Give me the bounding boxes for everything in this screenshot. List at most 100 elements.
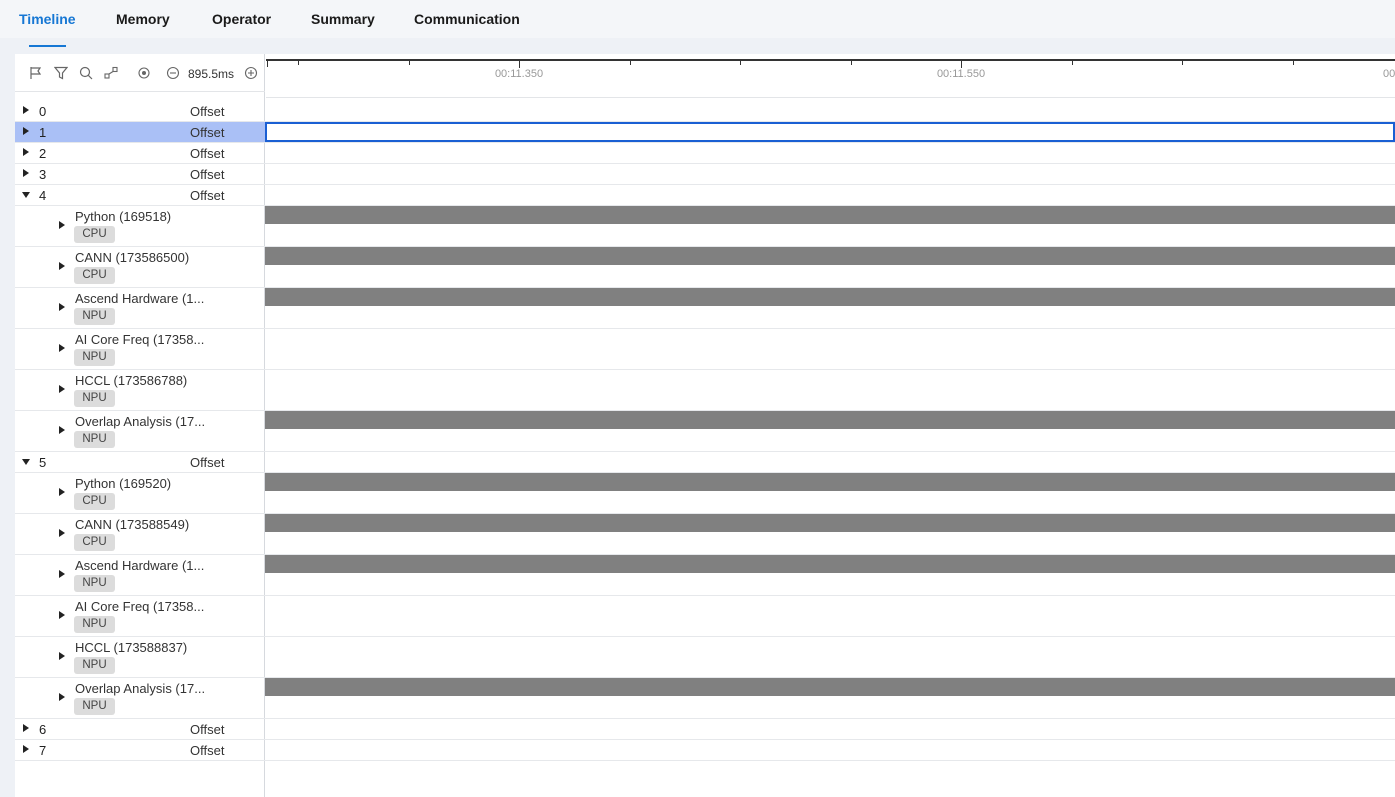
expand-caret-icon[interactable] xyxy=(59,693,65,701)
timeline-slice-bar[interactable] xyxy=(265,555,1395,573)
rank-row-1[interactable]: 1 Offset xyxy=(15,122,1395,143)
expand-caret-icon[interactable] xyxy=(23,724,29,732)
track-label-cell[interactable]: 1 Offset xyxy=(15,122,265,142)
rank-row-0[interactable]: 0 Offset xyxy=(15,101,1395,122)
reset-icon[interactable] xyxy=(137,66,151,80)
offset-label[interactable]: Offset xyxy=(190,104,224,119)
offset-label[interactable]: Offset xyxy=(190,125,224,140)
device-badge: NPU xyxy=(74,616,115,633)
rank-row-7[interactable]: 7 Offset xyxy=(15,740,1395,761)
process-row[interactable]: CANN (173586500) CPU xyxy=(15,247,1395,288)
track-label-cell[interactable]: 0 Offset xyxy=(15,101,265,121)
track-label-cell[interactable]: Overlap Analysis (17... NPU xyxy=(15,411,265,451)
track-label-cell[interactable]: AI Core Freq (17358... NPU xyxy=(15,596,265,636)
offset-label[interactable]: Offset xyxy=(190,167,224,182)
tab-timeline[interactable]: Timeline xyxy=(19,11,76,27)
track-label-cell[interactable]: HCCL (173588837) NPU xyxy=(15,637,265,677)
device-badge: NPU xyxy=(74,390,115,407)
track-label-cell[interactable]: Ascend Hardware (1... NPU xyxy=(15,288,265,328)
track-label-cell[interactable]: 4 Offset xyxy=(15,185,265,205)
rank-row-4[interactable]: 4 Offset xyxy=(15,185,1395,206)
track-label-cell[interactable]: 2 Offset xyxy=(15,143,265,163)
offset-label[interactable]: Offset xyxy=(190,455,224,470)
timeline-slice-bar[interactable] xyxy=(265,206,1395,224)
process-row[interactable]: AI Core Freq (17358... NPU xyxy=(15,329,1395,370)
track-label-cell[interactable]: 3 Offset xyxy=(15,164,265,184)
tab-operator[interactable]: Operator xyxy=(212,11,271,27)
flag-icon[interactable] xyxy=(29,66,43,80)
process-row[interactable]: Python (169520) CPU xyxy=(15,473,1395,514)
offset-label[interactable]: Offset xyxy=(190,722,224,737)
track-label-cell[interactable]: Ascend Hardware (1... NPU xyxy=(15,555,265,595)
expand-caret-icon[interactable] xyxy=(59,488,65,496)
track-label-cell[interactable]: Python (169520) CPU xyxy=(15,473,265,513)
ruler-tick xyxy=(1293,59,1294,65)
time-ruler[interactable]: 00:11.350 00:11.550 00:1 xyxy=(266,54,1395,98)
track-label-cell[interactable]: 6 Offset xyxy=(15,719,265,739)
timeline-slice-bar[interactable] xyxy=(265,678,1395,696)
timeline-slice-bar[interactable] xyxy=(265,247,1395,265)
expand-caret-icon[interactable] xyxy=(59,385,65,393)
process-row[interactable]: Overlap Analysis (17... NPU xyxy=(15,678,1395,719)
track-label-cell[interactable]: Python (169518) CPU xyxy=(15,206,265,246)
ruler-tick-label: 00:11.550 xyxy=(936,68,986,80)
expand-caret-icon[interactable] xyxy=(59,426,65,434)
track-label-cell[interactable]: 5 Offset xyxy=(15,452,265,472)
expand-caret-icon[interactable] xyxy=(23,127,29,135)
track-label-cell[interactable]: CANN (173586500) CPU xyxy=(15,247,265,287)
rank-row-5[interactable]: 5 Offset xyxy=(15,452,1395,473)
track-label-cell[interactable]: 7 Offset xyxy=(15,740,265,760)
process-row[interactable]: Overlap Analysis (17... NPU xyxy=(15,411,1395,452)
process-row[interactable]: Ascend Hardware (1... NPU xyxy=(15,555,1395,596)
process-row[interactable]: AI Core Freq (17358... NPU xyxy=(15,596,1395,637)
process-row[interactable]: HCCL (173588837) NPU xyxy=(15,637,1395,678)
expand-caret-icon[interactable] xyxy=(59,570,65,578)
process-name: Ascend Hardware (1... xyxy=(75,558,205,573)
offset-label[interactable]: Offset xyxy=(190,188,224,203)
rank-row-3[interactable]: 3 Offset xyxy=(15,164,1395,185)
expand-caret-icon[interactable] xyxy=(59,303,65,311)
process-name: Overlap Analysis (17... xyxy=(75,414,206,429)
process-name: AI Core Freq (17358... xyxy=(75,332,205,347)
ruler-tick xyxy=(519,59,520,68)
process-row[interactable]: Ascend Hardware (1... NPU xyxy=(15,288,1395,329)
tab-summary[interactable]: Summary xyxy=(311,11,375,27)
expand-caret-icon[interactable] xyxy=(59,529,65,537)
process-row[interactable]: Python (169518) CPU xyxy=(15,206,1395,247)
offset-label[interactable]: Offset xyxy=(190,146,224,161)
timeline-slice-bar[interactable] xyxy=(265,411,1395,429)
zoom-out-icon[interactable] xyxy=(166,66,180,80)
expand-caret-icon[interactable] xyxy=(23,745,29,753)
track-label-cell[interactable]: HCCL (173586788) NPU xyxy=(15,370,265,410)
expand-caret-icon[interactable] xyxy=(59,344,65,352)
track-label-cell[interactable]: CANN (173588549) CPU xyxy=(15,514,265,554)
selected-track-lane[interactable] xyxy=(265,122,1395,142)
zoom-in-icon[interactable] xyxy=(244,66,258,80)
expand-caret-icon[interactable] xyxy=(23,106,29,114)
filter-icon[interactable] xyxy=(53,66,69,80)
timeline-slice-bar[interactable] xyxy=(265,514,1395,532)
timeline-slice-bar[interactable] xyxy=(265,288,1395,306)
timeline-slice-bar[interactable] xyxy=(265,473,1395,491)
collapse-caret-icon[interactable] xyxy=(22,459,30,465)
expand-caret-icon[interactable] xyxy=(59,262,65,270)
offset-label[interactable]: Offset xyxy=(190,743,224,758)
link-icon[interactable] xyxy=(104,66,118,80)
rank-row-6[interactable]: 6 Offset xyxy=(15,719,1395,740)
device-badge: NPU xyxy=(74,575,115,592)
track-label-cell[interactable]: Overlap Analysis (17... NPU xyxy=(15,678,265,718)
tab-memory[interactable]: Memory xyxy=(116,11,170,27)
process-row[interactable]: HCCL (173586788) NPU xyxy=(15,370,1395,411)
search-icon[interactable] xyxy=(79,66,93,80)
expand-caret-icon[interactable] xyxy=(59,652,65,660)
expand-caret-icon[interactable] xyxy=(59,611,65,619)
expand-caret-icon[interactable] xyxy=(23,148,29,156)
rank-row-2[interactable]: 2 Offset xyxy=(15,143,1395,164)
rank-label: 2 xyxy=(39,146,47,161)
tab-communication[interactable]: Communication xyxy=(414,11,520,27)
expand-caret-icon[interactable] xyxy=(23,169,29,177)
expand-caret-icon[interactable] xyxy=(59,221,65,229)
collapse-caret-icon[interactable] xyxy=(22,192,30,198)
process-row[interactable]: CANN (173588549) CPU xyxy=(15,514,1395,555)
track-label-cell[interactable]: AI Core Freq (17358... NPU xyxy=(15,329,265,369)
